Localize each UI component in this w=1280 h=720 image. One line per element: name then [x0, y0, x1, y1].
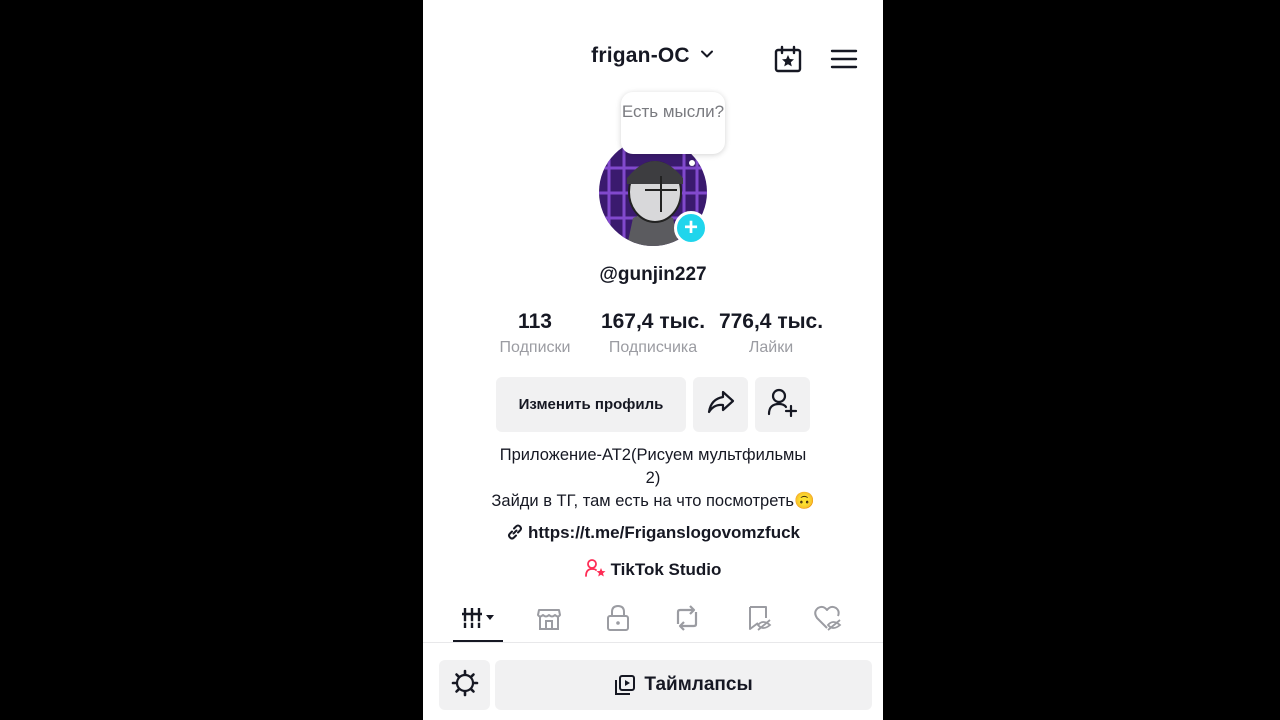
share-icon [706, 388, 736, 421]
bio-line-3: Зайди в ТГ, там есть на что посмотреть🙃 [491, 492, 815, 510]
stat-likes[interactable]: 776,4 тыс. Лайки [711, 310, 831, 357]
tab-shop[interactable] [523, 602, 575, 638]
account-name: frigan-OC [591, 44, 690, 68]
stat-followers-value: 167,4 тыс. [600, 310, 706, 333]
bio-line-2: 2) [645, 469, 661, 487]
calendar-star-icon[interactable] [771, 42, 805, 76]
tab-private[interactable] [592, 602, 644, 638]
bio-link-text: https://t.me/Friganslogovomzfuck [527, 523, 801, 542]
add-friend-icon [767, 387, 799, 422]
tabs-divider [423, 642, 883, 643]
link-icon [506, 523, 524, 546]
favorites-hidden-icon [745, 604, 773, 637]
bio-line-1: Приложение-АТ2(Рисуем мультфильмы [499, 446, 807, 464]
edit-profile-button[interactable]: Изменить профиль [496, 377, 686, 432]
bio-link[interactable]: https://t.me/Friganslogovomzfuck [423, 523, 883, 546]
stat-likes-label: Лайки [748, 339, 794, 356]
stat-following[interactable]: 113 Подписки [483, 310, 587, 357]
thought-bubble-tail [689, 160, 695, 166]
account-switcher[interactable]: frigan-OC [423, 44, 883, 68]
hamburger-menu-icon[interactable] [827, 42, 861, 76]
timelapse-icon [614, 674, 636, 696]
timelapse-label: Таймлапсы [644, 674, 753, 695]
username: @gunjin227 [599, 264, 707, 285]
private-lock-icon [605, 604, 631, 637]
shop-icon [535, 604, 563, 637]
tiktok-studio-link[interactable]: TikTok Studio [423, 558, 883, 583]
videos-grid-icon [459, 605, 499, 636]
stat-likes-value: 776,4 тыс. [718, 310, 824, 333]
timelapse-button[interactable]: Таймлапсы [495, 660, 872, 710]
avatar-plus-icon[interactable]: + [674, 211, 708, 245]
tab-liked[interactable] [802, 602, 854, 638]
thought-bubble[interactable]: Есть мысли? [621, 92, 725, 154]
liked-hidden-icon [813, 604, 843, 637]
chevron-down-icon [699, 44, 715, 68]
stat-followers[interactable]: 167,4 тыс. Подписчика [593, 310, 713, 357]
tab-reposts[interactable] [661, 602, 713, 638]
creator-star-icon [584, 558, 607, 583]
settings-button[interactable] [439, 660, 490, 710]
profile-screen: frigan-OC + Есть мысли? @gunjin227 113 П… [423, 0, 883, 720]
thought-bubble-text: Есть мысли? [621, 102, 725, 121]
tiktok-studio-label: TikTok Studio [610, 560, 722, 579]
stat-following-value: 113 [518, 310, 552, 333]
share-profile-button[interactable] [693, 377, 748, 432]
tab-videos[interactable] [453, 602, 505, 638]
tab-favorites[interactable] [733, 602, 785, 638]
stat-following-label: Подписки [499, 339, 571, 356]
settings-icon [451, 669, 479, 702]
stat-followers-label: Подписчика [608, 339, 698, 356]
repost-icon [672, 604, 702, 637]
add-friend-button[interactable] [755, 377, 810, 432]
